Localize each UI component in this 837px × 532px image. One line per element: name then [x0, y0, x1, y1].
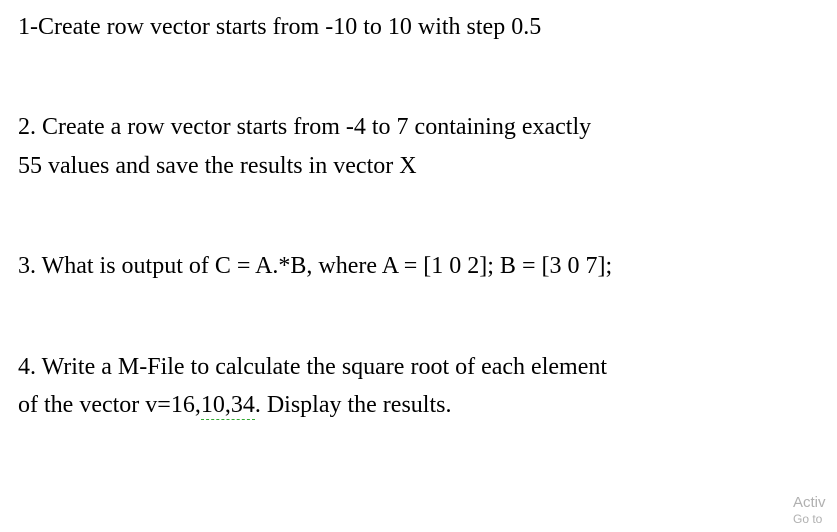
question-3-text: 3. What is output of C = A.*B, where A =… — [18, 253, 612, 279]
watermark-line-2: Go to — [793, 512, 837, 528]
question-4-line-2: of the vector v=16,10,34. Display the re… — [18, 386, 819, 424]
question-2-line-1: 2. Create a row vector starts from -4 to… — [18, 108, 819, 146]
watermark-line-1: Activ — [793, 493, 837, 513]
windows-activation-watermark: Activ Go to — [793, 493, 837, 528]
question-4-underlined-text: 10,34 — [201, 392, 255, 420]
question-2: 2. Create a row vector starts from -4 to… — [18, 108, 819, 185]
question-3: 3. What is output of C = A.*B, where A =… — [18, 247, 819, 285]
question-2-line-2: 55 values and save the results in vector… — [18, 147, 819, 185]
question-4-line-1: 4. Write a M-File to calculate the squar… — [18, 348, 819, 386]
question-4-line-2-pre: of the vector v=16, — [18, 392, 201, 418]
question-4-line-2-post: . Display the results. — [255, 392, 452, 418]
question-1: 1-Create row vector starts from -10 to 1… — [18, 8, 819, 46]
question-1-text: 1-Create row vector starts from -10 to 1… — [18, 14, 541, 40]
question-4: 4. Write a M-File to calculate the squar… — [18, 348, 819, 425]
